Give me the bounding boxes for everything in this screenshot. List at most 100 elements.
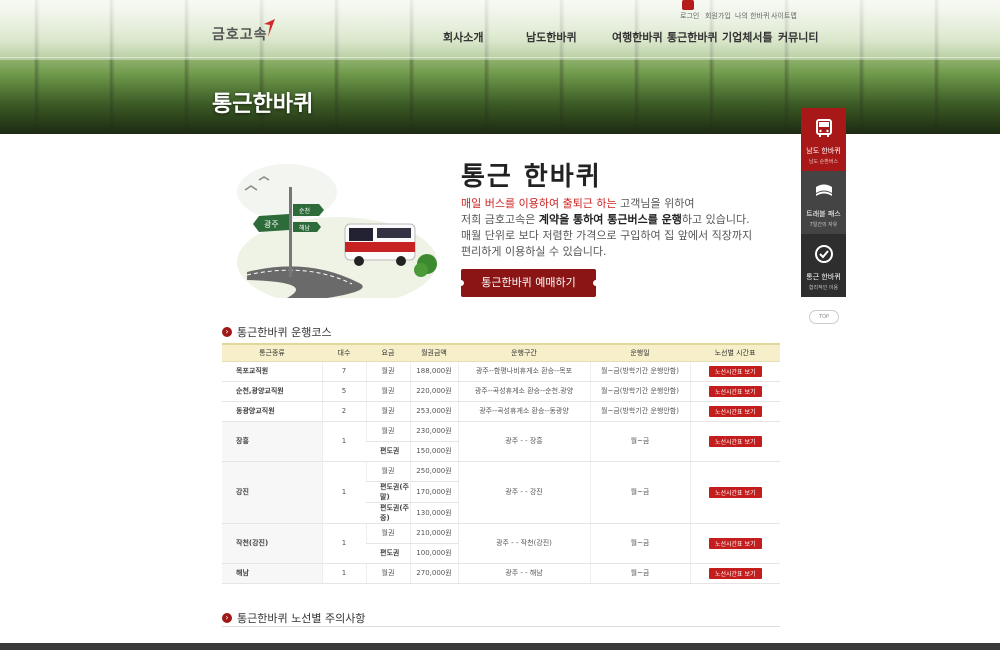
timetable-button[interactable]: 노선시간표 보기: [708, 385, 762, 397]
logo[interactable]: 금호고속: [212, 24, 268, 44]
page-title: 통근한바퀴: [212, 92, 314, 117]
quick-namdo-label: 남도 한바퀴: [806, 147, 841, 155]
table-row: 장흥 1 월권 230,000원 광주 - - 장흥 월~금 노선시간표 보기: [222, 421, 780, 462]
timetable-button[interactable]: 노선시간표 보기: [708, 435, 762, 447]
row-price: 270,000원: [409, 563, 458, 584]
col-fee: 요금: [366, 343, 410, 362]
row-fee: 편도권: [366, 441, 410, 462]
row-days: 월~금(방학기간 운행안함): [589, 401, 690, 422]
quick-menu: 남도 한바퀴 남도 순환버스 트래블 패스 7일간의 자유 통근 한바퀴 합리적…: [801, 108, 846, 297]
intro-line1-highlight: 매일 버스를 이용하여 출퇴근 하는: [461, 197, 617, 210]
row-fee: 월권: [365, 563, 410, 584]
row-fee: 편도권(주중): [366, 502, 410, 524]
quick-namdo-sub: 남도 순환버스: [808, 159, 839, 165]
sign-suncheon: 순천: [299, 207, 310, 215]
row-days: 월~금: [589, 563, 690, 584]
quick-travel-pass-label: 트래블 패스: [806, 210, 841, 218]
nav-company[interactable]: 회사소개: [443, 29, 483, 45]
quick-commute-label: 통근 한바퀴: [806, 273, 841, 281]
intro-line3: 매월 단위로 보다 저렴한 가격으로 구입하여 집 앞에서 직장까지: [461, 229, 753, 242]
nav-community[interactable]: 커뮤니티: [778, 29, 818, 45]
row-timetable: 노선시간표 보기: [689, 523, 780, 564]
row-count: 2: [321, 401, 366, 422]
table-row: 순천,광양교직원 5 월권 220,000원 광주--곡성휴게소 환승--순천.…: [222, 381, 780, 402]
col-price: 월권금액: [410, 343, 458, 362]
top-button[interactable]: TOP: [809, 310, 839, 324]
row-price: 150,000원: [409, 441, 458, 462]
section-routes-heading: › 통근한바퀴 운행코스: [222, 324, 332, 340]
nav-shuttle[interactable]: 기업체서틀: [722, 29, 773, 45]
util-sitemap[interactable]: 사이트맵: [771, 11, 797, 21]
timetable-button[interactable]: 노선시간표 보기: [708, 537, 762, 549]
row-route: 광주 - - 장흥: [457, 421, 590, 462]
quick-travel-pass[interactable]: 트래블 패스 7일간의 자유: [801, 171, 846, 234]
table-header-row: 통근종류 대수 요금 월권금액 운행구간 운행일 노선별 시간표: [222, 343, 780, 362]
timetable-button[interactable]: 노선시간표 보기: [708, 567, 762, 579]
row-count: 7: [321, 361, 366, 382]
row-fee: 월권: [365, 361, 410, 382]
intro-line1-rest: 고객님을 위하여: [616, 197, 695, 210]
col-count: 대수: [322, 343, 366, 362]
row-count: 1: [321, 421, 366, 462]
row-fee: 월권: [365, 523, 410, 544]
bus-icon: [815, 119, 832, 137]
row-kind: 동광양교직원: [222, 401, 322, 422]
row-route: 광주 - - 해남: [457, 563, 590, 584]
quick-namdo[interactable]: 남도 한바퀴 남도 순환버스: [801, 108, 846, 171]
timetable-button[interactable]: 노선시간표 보기: [708, 365, 762, 377]
chevron-right-icon: ›: [222, 613, 232, 623]
util-join[interactable]: 회원가입: [705, 11, 731, 21]
util-login[interactable]: 로그인: [680, 11, 699, 21]
intro-line2-bold: 계약을 통하여 통근버스를 운행: [538, 213, 682, 226]
util-my[interactable]: 나의 한바퀴: [735, 11, 769, 21]
timetable-button[interactable]: 노선시간표 보기: [708, 405, 762, 417]
row-days: 월~금(방학기간 운행안함): [589, 361, 690, 382]
footer-bar: [0, 643, 1000, 650]
row-price: 210,000원: [409, 523, 458, 544]
table-row: 동광양교직원 2 월권 253,000원 광주--곡성휴게소 환승--동광양 월…: [222, 401, 780, 422]
quick-travel-pass-sub: 7일간의 자유: [809, 222, 838, 228]
quick-commute[interactable]: 통근 한바퀴 합리적인 이용: [801, 234, 846, 297]
row-timetable: 노선시간표 보기: [689, 563, 780, 584]
section-notice-heading: › 통근한바퀴 노선별 주의사항: [222, 610, 365, 626]
row-route: 광주--곡성휴게소 환승--순천.광양: [457, 381, 590, 402]
quick-commute-sub: 합리적인 이용: [808, 285, 839, 291]
row-kind: 작천(강진): [222, 523, 322, 564]
row-price: 250,000원: [409, 461, 458, 482]
nav-commute[interactable]: 통근한바퀴: [667, 29, 718, 45]
row-price: 253,000원: [409, 401, 458, 422]
row-timetable: 노선시간표 보기: [689, 461, 780, 524]
table-row: 해남 1 월권 270,000원 광주 - - 해남 월~금 노선시간표 보기: [222, 563, 780, 584]
row-count: 1: [321, 563, 366, 584]
intro-description: 매일 버스를 이용하여 출퇴근 하는 고객님을 위하여 저희 금호고속은 계약을…: [461, 196, 761, 260]
row-timetable: 노선시간표 보기: [689, 401, 780, 422]
nav-travel[interactable]: 여행한바퀴: [612, 29, 663, 45]
hero-banner: 금호고속 로그인 회원가입 나의 한바퀴 사이트맵 회사소개 남도한바퀴 여행한…: [0, 0, 1000, 134]
row-fee: 편도권(주말): [366, 481, 410, 503]
row-kind: 장흥: [222, 421, 322, 462]
intro-line2-pre: 저희 금호고속은: [461, 213, 539, 226]
row-fee: 편도권: [366, 543, 410, 564]
header-band: [0, 0, 1000, 60]
row-fee: 월권: [365, 401, 410, 422]
row-price: 220,000원: [409, 381, 458, 402]
section-divider: [222, 626, 780, 627]
nav-namdo[interactable]: 남도한바퀴: [526, 29, 577, 45]
timetable-button[interactable]: 노선시간표 보기: [708, 486, 762, 498]
row-price: 100,000원: [409, 543, 458, 564]
clock-icon: [814, 245, 833, 263]
col-days: 운행일: [590, 343, 690, 362]
sign-haenam: 해남: [299, 224, 311, 232]
logo-mark-icon: [264, 19, 275, 37]
row-price: 130,000원: [409, 502, 458, 524]
row-days: 월~금(방학기간 운행안함): [589, 381, 690, 402]
row-kind: 강진: [222, 461, 322, 524]
row-kind: 순천,광양교직원: [222, 381, 322, 402]
col-route: 운행구간: [458, 343, 590, 362]
reserve-button[interactable]: 통근한바퀴 예매하기: [458, 269, 599, 297]
flag-icon: [815, 184, 832, 196]
row-timetable: 노선시간표 보기: [689, 381, 780, 402]
col-timetable: 노선별 시간표: [690, 343, 780, 362]
row-price: 170,000원: [409, 481, 458, 503]
row-count: 1: [321, 523, 366, 564]
